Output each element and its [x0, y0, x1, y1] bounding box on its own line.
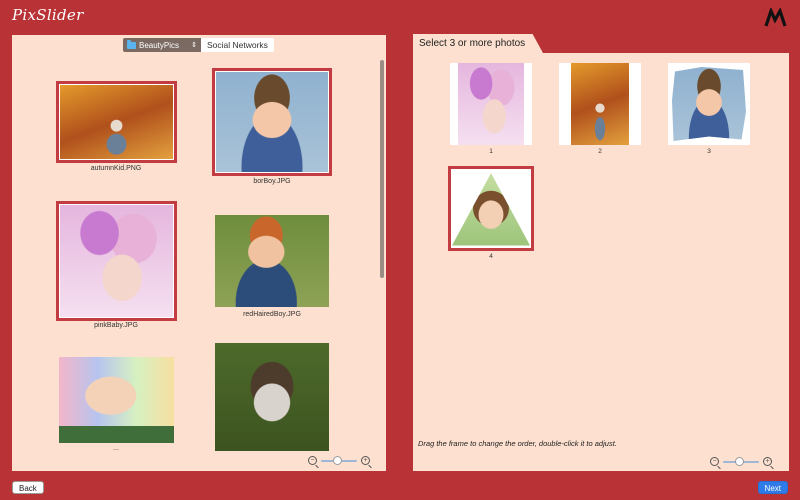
library-scrollbar[interactable]: [380, 60, 384, 278]
library-photo-autumnkid[interactable]: [56, 81, 177, 163]
photo-image: [216, 72, 328, 172]
zoom-out-icon[interactable]: −: [308, 456, 317, 465]
app-title: PixSlider: [12, 6, 84, 24]
order-number: 3: [707, 148, 711, 155]
order-number: 2: [598, 148, 602, 155]
selection-zoom-knob[interactable]: [735, 456, 745, 466]
order-number: 4: [489, 253, 493, 260]
photo-caption: pinkBaby.JPG: [94, 322, 138, 329]
library-photo-redhairedboy[interactable]: [215, 215, 329, 307]
photo-image: [60, 205, 173, 317]
folder-select[interactable]: BeautyPics ⇕: [123, 38, 201, 52]
reorder-hint: Drag the frame to change the order, doub…: [418, 439, 617, 448]
photo-image: [60, 85, 173, 159]
selected-photo-4[interactable]: [448, 166, 534, 251]
photo-image: [672, 67, 746, 141]
library-photo-dog[interactable]: [215, 343, 329, 451]
selection-tab-header: Select 3 or more photos: [413, 34, 543, 53]
zoom-out-icon[interactable]: −: [710, 457, 719, 466]
photo-image: [458, 63, 524, 145]
photo-caption: borBoy.JPG: [253, 178, 291, 185]
selection-zoom-control: − +: [710, 456, 772, 466]
photo-image: [452, 173, 530, 246]
photo-caption: ...: [113, 445, 119, 452]
photo-caption: redHairedBoy.JPG: [243, 311, 301, 318]
library-photo-borboy[interactable]: [212, 68, 332, 176]
social-networks-tab[interactable]: Social Networks: [201, 38, 274, 52]
zoom-in-icon[interactable]: +: [763, 457, 772, 466]
zoom-in-icon[interactable]: +: [361, 456, 370, 465]
back-button[interactable]: Back: [12, 481, 44, 494]
selected-photo-2[interactable]: [559, 63, 641, 145]
library-zoom-slider[interactable]: [321, 455, 357, 465]
photo-image: [571, 63, 629, 145]
selected-photos-panel: 1 2 3 4 Drag the frame to change the ord…: [413, 53, 789, 471]
selected-photo-3[interactable]: [668, 63, 750, 145]
library-zoom-knob[interactable]: [333, 455, 343, 465]
photo-image: [59, 357, 174, 443]
photo-image: [215, 215, 329, 307]
order-number: 1: [489, 148, 493, 155]
folder-icon: [127, 39, 136, 49]
library-photo-pinkbaby[interactable]: [56, 201, 177, 321]
photo-library-panel: BeautyPics ⇕ Social Networks autumnKid.P…: [12, 35, 386, 471]
selected-photo-1[interactable]: [450, 63, 532, 145]
chevron-updown-icon: ⇕: [191, 41, 197, 49]
next-button[interactable]: Next: [757, 481, 788, 494]
photo-image: [215, 343, 329, 451]
source-switch: BeautyPics ⇕ Social Networks: [123, 38, 274, 52]
library-zoom-control: − +: [308, 455, 370, 465]
selection-zoom-slider[interactable]: [723, 456, 759, 466]
library-photo-rainbowkid[interactable]: [59, 357, 174, 443]
folder-select-label: BeautyPics: [139, 40, 180, 50]
photo-caption: autumnKid.PNG: [90, 165, 142, 172]
brand-logo-icon: [764, 8, 787, 27]
